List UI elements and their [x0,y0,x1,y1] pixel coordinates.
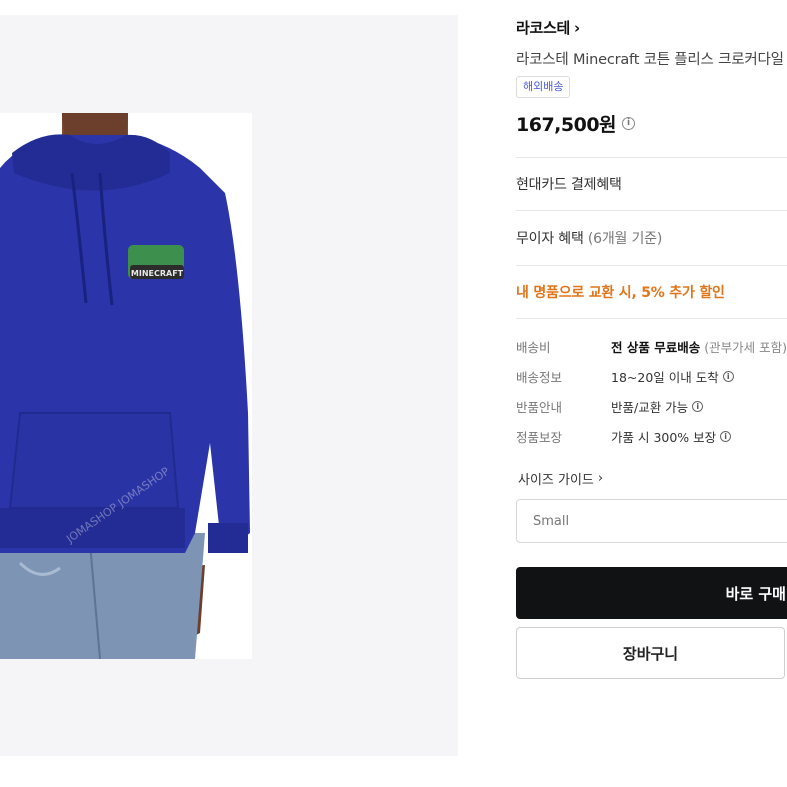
exchange-promo[interactable]: 내 명품으로 교환 시, 5% 추가 할인 [516,282,725,302]
divider [516,318,787,319]
divider [516,157,787,158]
size-select[interactable]: Small [516,499,787,543]
product-photo: MINECRAFT JOMASHOP JOMASHOP [0,113,250,659]
authenticity-row: 정품보장 가품 시 300% 보장 i [516,427,732,446]
delivery-info-label: 배송정보 [516,370,563,385]
chevron-right-icon: › [574,18,581,37]
return-policy: 반품/교환 가능 [611,400,689,415]
free-shipping-text: 전 상품 무료배송 [611,340,701,355]
delivery-info-row: 배송정보 18~20일 이내 도착 i [516,367,734,386]
installment-label: 무이자 혜택 [516,231,588,247]
delivery-info-icon[interactable]: i [722,371,734,382]
brand-link[interactable]: 라코스테 › [516,17,580,38]
card-benefit[interactable]: 현대카드 결제혜택 [516,174,622,194]
overseas-shipping-badge: 해외배송 [516,76,571,98]
product-detail-page: MINECRAFT JOMASHOP JOMASHOP 라코스테 › 라코스테 … [0,0,787,787]
size-guide-link[interactable]: 사이즈 가이드 › [518,469,603,488]
divider [516,265,787,266]
delivery-eta: 18~20일 이내 도착 [611,370,719,385]
product-info: 라코스테 › 라코스테 Minecraft 코튼 플리스 크로커다일 해외배송 … [516,0,787,787]
product-title: 라코스테 Minecraft 코튼 플리스 크로커다일 [516,52,784,68]
shipping-fee-row: 배송비 전 상품 무료배송 (관부가세 포함) [516,337,787,356]
authenticity-value: 가품 시 300% 보장 i [611,427,732,446]
size-guide-label: 사이즈 가이드 [518,473,594,488]
product-price: 167,500원 [516,114,617,136]
shipping-fee-value: 전 상품 무료배송 (관부가세 포함) [611,337,787,356]
product-photo-area[interactable]: MINECRAFT JOMASHOP JOMASHOP [0,113,252,659]
customs-note: (관부가세 포함) [704,340,787,355]
return-info-label: 반품안내 [516,400,563,415]
divider [516,210,787,211]
return-info-row: 반품안내 반품/교환 가능 i [516,397,704,416]
price-row: 167,500원 i [516,110,636,137]
buy-now-button[interactable]: 바로 구매 [516,567,787,619]
authenticity-guarantee: 가품 시 300% 보장 [611,430,717,445]
authenticity-info-icon[interactable]: i [720,431,732,442]
brand-name[interactable]: 라코스테 [516,17,570,38]
delivery-info-value: 18~20일 이내 도착 i [611,367,734,386]
installment-note: (6개월 기준) [587,231,663,247]
return-info-icon[interactable]: i [692,401,704,412]
installment-benefit[interactable]: 무이자 혜택 (6개월 기준) [516,228,662,248]
product-image-panel: MINECRAFT JOMASHOP JOMASHOP [0,15,458,756]
svg-text:MINECRAFT: MINECRAFT [131,269,184,278]
add-to-cart-button[interactable]: 장바구니 [516,627,785,679]
price-info-icon[interactable]: i [622,117,636,130]
return-info-value: 반품/교환 가능 i [611,397,704,416]
shipping-fee-label: 배송비 [516,340,551,355]
chevron-right-icon: › [597,471,604,486]
authenticity-label: 정품보장 [516,430,563,445]
